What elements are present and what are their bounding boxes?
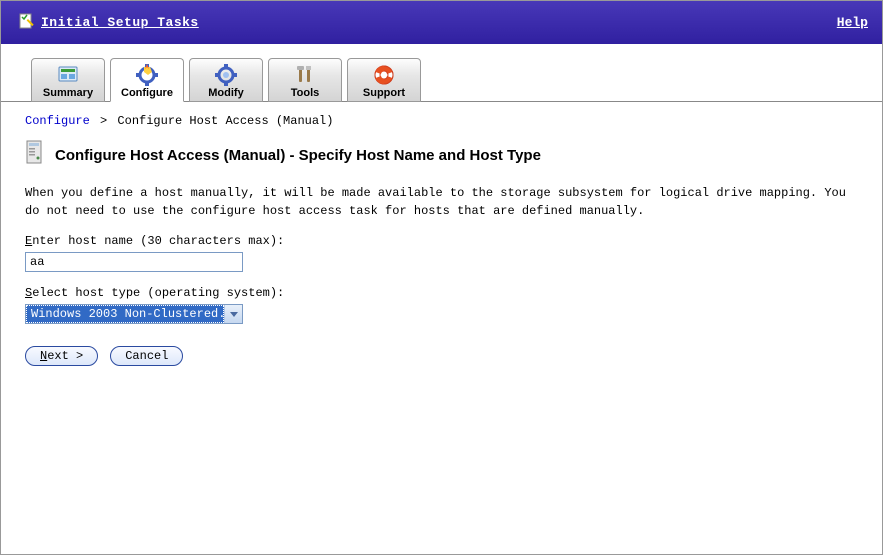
breadcrumb: Configure > Configure Host Access (Manua… — [25, 114, 858, 128]
content-area: Configure > Configure Host Access (Manua… — [1, 102, 882, 378]
hostname-field: Enter host name (30 characters max): — [25, 234, 858, 272]
help-link[interactable]: Help — [837, 15, 868, 30]
header-title[interactable]: Initial Setup Tasks — [41, 15, 199, 30]
tab-summary[interactable]: Summary — [31, 58, 105, 102]
tab-label: Modify — [208, 87, 243, 99]
next-button[interactable]: Next > — [25, 346, 98, 366]
hosttype-label: Select host type (operating system): — [25, 286, 858, 300]
hosttype-value: Windows 2003 Non-Clustered... — [26, 305, 224, 323]
page-description: When you define a host manually, it will… — [25, 184, 858, 220]
configure-icon — [136, 64, 158, 86]
header-bar: Initial Setup Tasks Help — [1, 1, 882, 44]
tab-bar: Summary Configure — [1, 44, 882, 102]
hostname-label: Enter host name (30 characters max): — [25, 234, 858, 248]
tasks-icon — [19, 13, 35, 33]
button-row: Next > Cancel — [25, 346, 858, 366]
tab-label: Summary — [43, 87, 93, 99]
tab-tools[interactable]: Tools — [268, 58, 342, 102]
cancel-button[interactable]: Cancel — [110, 346, 183, 366]
tab-configure[interactable]: Configure — [110, 58, 184, 102]
support-icon — [373, 64, 395, 86]
tools-icon — [294, 64, 316, 86]
summary-icon — [57, 64, 79, 86]
hostname-input[interactable] — [25, 252, 243, 272]
hosttype-select[interactable]: Windows 2003 Non-Clustered... — [25, 304, 243, 324]
tab-label: Tools — [291, 87, 320, 99]
hosttype-field: Select host type (operating system): Win… — [25, 286, 858, 324]
modify-icon — [215, 64, 237, 86]
tab-label: Configure — [121, 87, 173, 99]
breadcrumb-separator: > — [93, 114, 115, 128]
page-title: Configure Host Access (Manual) - Specify… — [55, 147, 541, 164]
tab-support[interactable]: Support — [347, 58, 421, 102]
page-heading: Configure Host Access (Manual) - Specify… — [25, 140, 858, 170]
host-icon — [25, 140, 45, 170]
tab-modify[interactable]: Modify — [189, 58, 263, 102]
header-left: Initial Setup Tasks — [19, 13, 199, 33]
chevron-down-icon — [224, 305, 242, 323]
breadcrumb-current: Configure Host Access (Manual) — [117, 114, 333, 128]
breadcrumb-root[interactable]: Configure — [25, 114, 90, 128]
tab-label: Support — [363, 87, 405, 99]
